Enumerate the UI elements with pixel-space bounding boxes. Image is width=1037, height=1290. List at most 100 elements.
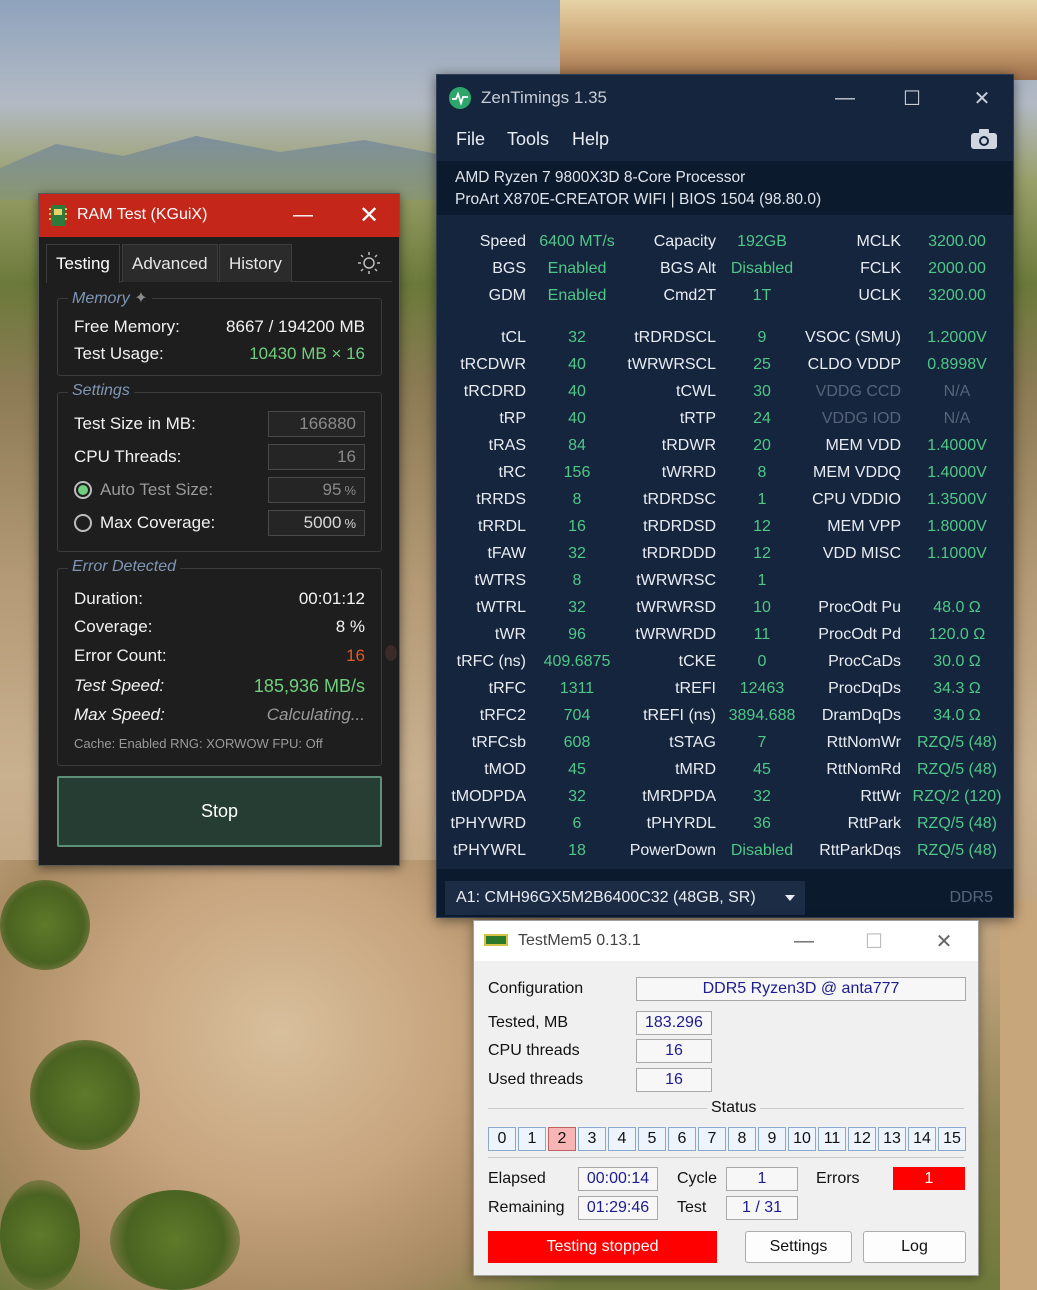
tested-mb-label: Tested, MB — [488, 1014, 569, 1031]
wallpaper-town — [560, 0, 1037, 80]
timing-label: MEM VDDQ — [813, 464, 901, 481]
timing-value: 6 — [572, 815, 582, 832]
timing-value: RZQ/5 (48) — [916, 815, 997, 832]
memory-label: Memory — [72, 290, 130, 307]
clock-value: 1T — [752, 287, 772, 304]
timing-label: tRDRDSC — [643, 491, 716, 508]
close-button[interactable]: ✕ — [914, 925, 974, 957]
minimize-button[interactable]: — — [273, 194, 333, 237]
menu-help[interactable]: Help — [572, 129, 609, 150]
timing-label: ProcOdt Pd — [818, 626, 901, 643]
thread-cell-4: 4 — [608, 1127, 636, 1151]
maximize-button[interactable]: ☐ — [882, 81, 942, 115]
clock-label: BGS — [492, 260, 526, 277]
percent-unit: % — [344, 516, 356, 531]
auto-test-size-label: Auto Test Size: — [100, 480, 214, 499]
timing-label: tWRRD — [661, 464, 716, 481]
stop-button[interactable]: Stop — [57, 776, 382, 847]
timing-value: N/A — [943, 410, 971, 427]
minimize-button[interactable]: — — [774, 925, 834, 957]
clock-label: FCLK — [860, 260, 901, 277]
timing-value: 1.1000V — [927, 545, 987, 562]
timing-value: RZQ/5 (48) — [916, 761, 997, 778]
timing-value: 7 — [757, 734, 767, 751]
timing-label: tPHYWRL — [453, 842, 526, 859]
timing-label: ProcDqDs — [828, 680, 901, 697]
timing-label: RttNomWr — [826, 734, 901, 751]
expand-arrow-icon[interactable] — [385, 645, 397, 661]
clock-label: MCLK — [856, 233, 901, 250]
tab-advanced[interactable]: Advanced — [122, 244, 218, 282]
duration-row: Duration: 00:01:12 — [74, 589, 365, 611]
timing-value: 12 — [753, 518, 771, 535]
timing-label: RttWr — [860, 788, 901, 805]
timing-value: 3894.688 — [728, 707, 796, 724]
close-button[interactable]: ✕ — [952, 81, 1012, 115]
thread-cell-12: 12 — [848, 1127, 876, 1151]
free-memory-label: Free Memory: — [74, 317, 180, 336]
ram-module-icon — [484, 934, 508, 946]
timing-label: tRRDL — [477, 518, 526, 535]
thread-cell-3: 3 — [578, 1127, 606, 1151]
tested-mb-value: 183.296 — [636, 1011, 712, 1035]
timing-value: 608 — [563, 734, 591, 751]
timing-value: 48.0 Ω — [933, 599, 981, 616]
menu-file[interactable]: File — [456, 129, 485, 150]
test-size-input[interactable]: 166880 — [268, 411, 365, 437]
timing-label: VDD MISC — [822, 545, 901, 562]
ram-chip-icon — [49, 205, 67, 226]
testmem5-titlebar[interactable]: TestMem5 0.13.1 — ☐ ✕ — [474, 921, 978, 961]
timing-label: tRDRDSD — [643, 518, 716, 535]
timing-label: ProcOdt Pu — [818, 599, 901, 616]
timing-label: tMRD — [675, 761, 716, 778]
timing-label: tWRWRDD — [635, 626, 716, 643]
auto-test-size-radio[interactable] — [74, 481, 92, 499]
theme-toggle-icon[interactable] — [358, 252, 380, 274]
timing-value: 12 — [753, 545, 771, 562]
timing-label: tWRWRSCL — [627, 356, 716, 373]
clock-value: 3200.00 — [928, 287, 986, 304]
auto-test-size-input[interactable]: 95% — [268, 477, 365, 503]
memory-module-dropdown[interactable]: A1: CMH96GX5M2B6400C32 (48GB, SR) — [445, 881, 805, 915]
cpu-threads-input[interactable]: 16 — [268, 444, 365, 470]
cpu-threads-value: 16 — [636, 1039, 712, 1063]
minimize-button[interactable]: — — [815, 81, 875, 115]
timing-value: 1 — [757, 491, 767, 508]
screenshot-camera-icon[interactable] — [971, 129, 997, 149]
max-coverage-radio[interactable] — [74, 514, 92, 532]
timing-value: 156 — [563, 464, 591, 481]
thread-cell-10: 10 — [788, 1127, 816, 1151]
timing-label: tRDRDDD — [642, 545, 716, 562]
timing-label: VDDG IOD — [821, 410, 901, 427]
timing-label: tRFC — [488, 680, 526, 697]
error-group-label: Error Detected — [68, 558, 181, 576]
close-button[interactable]: ✕ — [339, 194, 399, 237]
log-button[interactable]: Log — [863, 1231, 966, 1263]
timing-value: RZQ/2 (120) — [912, 788, 1002, 805]
timing-value: 30 — [753, 383, 771, 400]
timing-label: tREFI (ns) — [643, 707, 716, 724]
settings-button[interactable]: Settings — [745, 1231, 852, 1263]
clock-value: 192GB — [737, 233, 787, 250]
wallpaper-bush — [0, 1180, 80, 1290]
timing-value: 30.0 Ω — [933, 653, 981, 670]
auto-test-size-value: 95 — [322, 480, 342, 499]
timing-label: tMRDPDA — [642, 788, 716, 805]
timing-value: 409.6875 — [543, 653, 611, 670]
maximize-button[interactable]: ☐ — [844, 925, 904, 957]
timing-value: 0 — [757, 653, 767, 670]
timing-label: tPHYWRD — [450, 815, 526, 832]
timing-label: tPHYRDL — [646, 815, 716, 832]
max-coverage-label: Max Coverage: — [100, 513, 216, 532]
memory-module-value: A1: CMH96GX5M2B6400C32 (48GB, SR) — [456, 889, 756, 906]
tab-history[interactable]: History — [219, 244, 292, 282]
error-count-value: 16 — [346, 646, 365, 665]
ramtest-titlebar[interactable]: RAM Test (KGuiX) — ✕ — [39, 194, 399, 237]
max-coverage-input[interactable]: 5000% — [268, 510, 365, 536]
error-count-label: Error Count: — [74, 646, 167, 665]
timing-value: RZQ/5 (48) — [916, 734, 997, 751]
error-count-row: Error Count: 16 — [74, 646, 365, 668]
menu-tools[interactable]: Tools — [507, 129, 549, 150]
thread-cell-6: 6 — [668, 1127, 696, 1151]
tab-testing[interactable]: Testing — [46, 244, 120, 283]
